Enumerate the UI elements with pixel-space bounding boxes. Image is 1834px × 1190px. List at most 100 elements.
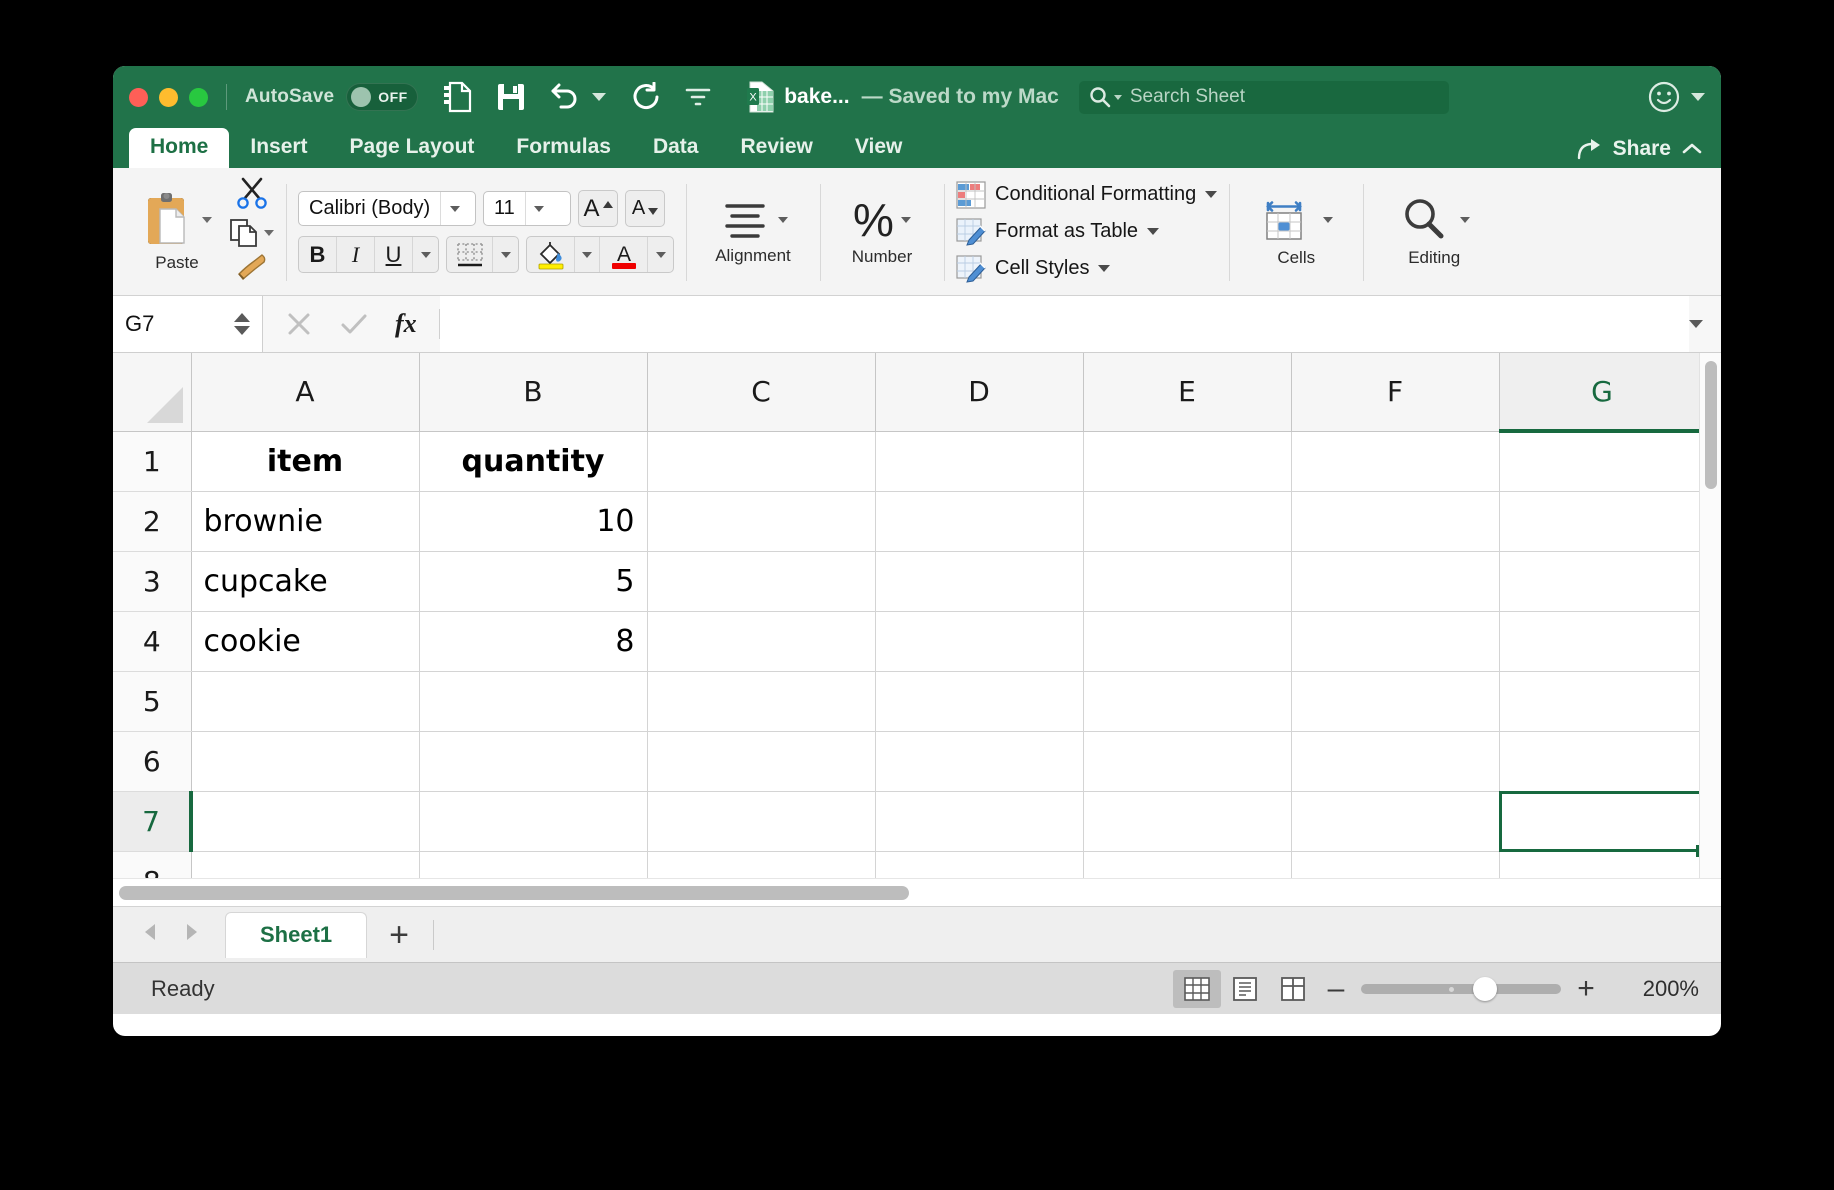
cell-B8[interactable] [419, 851, 647, 878]
cell-F6[interactable] [1291, 731, 1499, 791]
cell-B4[interactable]: 8 [419, 611, 647, 671]
cell-C8[interactable] [647, 851, 875, 878]
row-header-6[interactable]: 6 [113, 731, 191, 791]
cells-dropdown-caret[interactable] [1323, 217, 1333, 223]
cell-G6[interactable] [1499, 731, 1705, 791]
zoom-level-label[interactable]: 200% [1623, 976, 1699, 1002]
new-from-template-icon[interactable] [442, 81, 472, 113]
column-header-e[interactable]: E [1083, 353, 1291, 431]
cell-A5[interactable] [191, 671, 419, 731]
cell-F1[interactable] [1291, 431, 1499, 491]
italic-button[interactable]: I [337, 237, 375, 272]
cell-F5[interactable] [1291, 671, 1499, 731]
cell-E3[interactable] [1083, 551, 1291, 611]
cell-E8[interactable] [1083, 851, 1291, 878]
font-size-combo[interactable]: 11 [483, 191, 571, 226]
cell-D2[interactable] [875, 491, 1083, 551]
cell-D8[interactable] [875, 851, 1083, 878]
tab-home[interactable]: Home [129, 128, 229, 168]
add-sheet-button[interactable]: + [389, 918, 409, 952]
zoom-slider-handle[interactable] [1473, 977, 1497, 1001]
column-header-d[interactable]: D [875, 353, 1083, 431]
cell-G5[interactable] [1499, 671, 1705, 731]
sheet-tab-sheet1[interactable]: Sheet1 [225, 912, 367, 958]
name-box-stepper[interactable] [234, 313, 250, 335]
number-dropdown-caret[interactable] [901, 217, 911, 223]
cell-E1[interactable] [1083, 431, 1291, 491]
cut-button[interactable] [235, 177, 269, 214]
font-size-dropdown[interactable] [525, 192, 553, 225]
bold-button[interactable]: B [299, 237, 337, 272]
borders-button[interactable] [447, 237, 493, 272]
cell-E5[interactable] [1083, 671, 1291, 731]
row-header-4[interactable]: 4 [113, 611, 191, 671]
next-sheet-button[interactable] [181, 921, 203, 948]
zoom-slider[interactable] [1361, 984, 1561, 994]
row-header-2[interactable]: 2 [113, 491, 191, 551]
cell-D4[interactable] [875, 611, 1083, 671]
autosave-toggle[interactable]: OFF [346, 83, 418, 111]
number-button[interactable]: % Number [832, 197, 932, 267]
cell-G7[interactable] [1499, 791, 1705, 851]
tab-insert[interactable]: Insert [229, 128, 328, 168]
cell-B6[interactable] [419, 731, 647, 791]
fill-color-button[interactable] [527, 237, 575, 272]
close-button[interactable] [129, 88, 148, 107]
undo-icon[interactable] [550, 83, 582, 111]
font-family-combo[interactable]: Calibri (Body) [298, 191, 476, 226]
underline-button[interactable]: U [375, 237, 413, 272]
cell-D5[interactable] [875, 671, 1083, 731]
editing-button[interactable]: Editing [1375, 196, 1493, 268]
page-break-view-button[interactable] [1269, 970, 1317, 1008]
format-painter-button[interactable] [235, 252, 269, 287]
cell-C5[interactable] [647, 671, 875, 731]
cell-E6[interactable] [1083, 731, 1291, 791]
vertical-scrollbar[interactable] [1699, 353, 1721, 878]
cell-F2[interactable] [1291, 491, 1499, 551]
feedback-caret[interactable] [1691, 93, 1705, 101]
cell-G4[interactable] [1499, 611, 1705, 671]
zoom-in-button[interactable]: + [1567, 974, 1605, 1004]
copy-button[interactable] [229, 218, 274, 248]
grow-font-button[interactable]: A [579, 191, 617, 226]
cell-A2[interactable]: brownie [191, 491, 419, 551]
name-box[interactable]: G7 [113, 296, 263, 352]
confirm-icon[interactable] [339, 310, 369, 338]
column-header-f[interactable]: F [1291, 353, 1499, 431]
alignment-dropdown-caret[interactable] [778, 217, 788, 223]
page-layout-view-button[interactable] [1221, 970, 1269, 1008]
document-name[interactable]: bake... [784, 85, 849, 109]
cell-F4[interactable] [1291, 611, 1499, 671]
zoom-out-button[interactable]: – [1317, 974, 1355, 1004]
cell-A1[interactable]: item [191, 431, 419, 491]
tab-page-layout[interactable]: Page Layout [329, 128, 496, 168]
font-color-dropdown[interactable] [648, 237, 673, 272]
cell-F7[interactable] [1291, 791, 1499, 851]
cell-styles-button[interactable]: Cell Styles [956, 255, 1217, 283]
cell-A3[interactable]: cupcake [191, 551, 419, 611]
cells-button[interactable]: Cells [1241, 196, 1351, 268]
fill-color-dropdown[interactable] [575, 237, 600, 272]
conditional-formatting-caret[interactable] [1205, 191, 1217, 198]
cell-D7[interactable] [875, 791, 1083, 851]
format-as-table-button[interactable]: Format as Table [956, 218, 1217, 246]
cell-C6[interactable] [647, 731, 875, 791]
cell-G2[interactable] [1499, 491, 1705, 551]
editing-dropdown-caret[interactable] [1460, 217, 1470, 223]
cell-F3[interactable] [1291, 551, 1499, 611]
row-header-1[interactable]: 1 [113, 431, 191, 491]
save-icon[interactable] [496, 82, 526, 112]
cell-B3[interactable]: 5 [419, 551, 647, 611]
customize-toolbar-icon[interactable] [684, 86, 712, 108]
paste-dropdown-caret[interactable] [202, 217, 212, 223]
column-header-b[interactable]: B [419, 353, 647, 431]
cell-E4[interactable] [1083, 611, 1291, 671]
format-as-table-caret[interactable] [1147, 228, 1159, 235]
undo-dropdown-caret[interactable] [592, 93, 606, 101]
cell-G1[interactable] [1499, 431, 1705, 491]
column-header-c[interactable]: C [647, 353, 875, 431]
search-sheet-field[interactable]: Search Sheet [1079, 81, 1449, 114]
cell-G3[interactable] [1499, 551, 1705, 611]
tab-formulas[interactable]: Formulas [495, 128, 632, 168]
shrink-font-button[interactable]: A [626, 191, 664, 226]
